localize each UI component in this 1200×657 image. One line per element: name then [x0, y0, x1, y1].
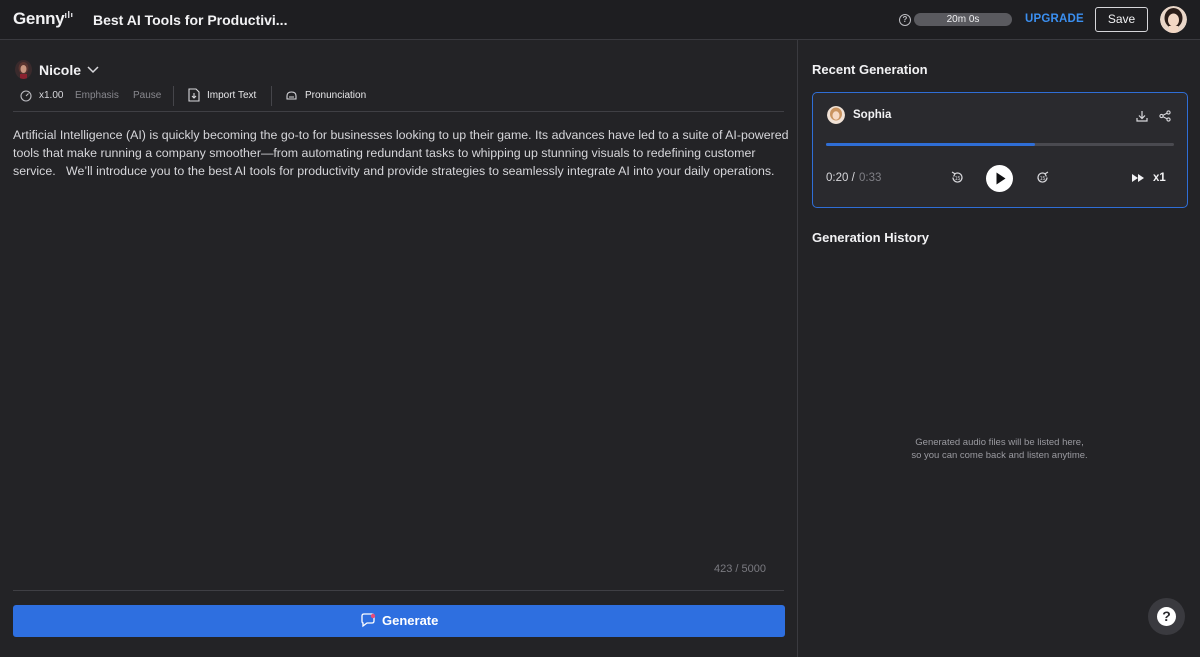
generate-label: Generate — [382, 613, 439, 628]
script-text-area[interactable]: Artificial Intelligence (AI) is quickly … — [13, 126, 793, 180]
fast-forward-icon[interactable] — [1131, 173, 1145, 183]
document-title[interactable]: Best AI Tools for Productivi... — [93, 12, 287, 28]
editor-pane: Nicole x1.00 Emphasis Pause Import Text … — [0, 40, 797, 657]
help-icon: ? — [1157, 607, 1176, 626]
svg-text:15: 15 — [955, 176, 961, 182]
voice-name: Sophia — [853, 109, 892, 121]
save-button[interactable]: Save — [1095, 7, 1148, 32]
pronunciation-icon — [286, 91, 297, 100]
remaining-time-badge: 20m 0s — [914, 13, 1012, 26]
play-button[interactable] — [986, 165, 1013, 192]
editor-toolbar: x1.00 Emphasis Pause Import Text Pronunc… — [0, 86, 797, 108]
genny-logo[interactable]: Genny — [13, 9, 65, 29]
pause-button[interactable]: Pause — [133, 90, 161, 101]
generation-pane: Recent Generation Sophia 0:20 / 0:33 15 … — [797, 40, 1200, 657]
generation-history-title: Generation History — [812, 230, 930, 245]
generate-button[interactable]: Generate — [13, 605, 785, 637]
nicole-avatar-image — [15, 60, 32, 79]
pronunciation-button[interactable]: Pronunciation — [305, 90, 366, 101]
help-button[interactable]: ? — [1148, 598, 1185, 635]
download-icon[interactable] — [1136, 110, 1148, 122]
question-circle-icon[interactable]: ? — [899, 14, 911, 26]
speed-gauge-icon[interactable] — [20, 90, 32, 102]
editor-divider — [13, 590, 784, 591]
toolbar-divider — [173, 86, 174, 106]
chevron-down-icon[interactable] — [87, 64, 99, 74]
current-time: 0:20 / — [826, 172, 855, 184]
share-icon[interactable] — [1159, 110, 1171, 122]
voice-avatar[interactable] — [15, 60, 32, 79]
voice-selector[interactable]: Nicole — [39, 62, 81, 78]
playback-progress-fill — [826, 143, 1035, 146]
history-empty-line: Generated audio files will be listed her… — [915, 437, 1084, 448]
sophia-avatar-image — [827, 106, 845, 124]
character-count: 423 / 5000 — [714, 563, 766, 575]
play-icon — [996, 172, 1006, 185]
emphasis-button[interactable]: Emphasis — [75, 90, 119, 101]
audio-player-card: Sophia 0:20 / 0:33 15 15 x1 — [812, 92, 1188, 208]
user-avatar-image — [1160, 6, 1187, 33]
rewind-15-icon[interactable]: 15 — [950, 170, 965, 185]
history-empty-line: so you can come back and listen anytime. — [911, 450, 1088, 461]
playback-progress-bar[interactable] — [826, 143, 1174, 146]
user-avatar[interactable] — [1160, 6, 1187, 33]
forward-15-icon[interactable]: 15 — [1035, 170, 1050, 185]
upgrade-link[interactable]: UPGRADE — [1025, 13, 1084, 25]
editor-divider — [13, 111, 784, 112]
voice-avatar — [827, 106, 845, 124]
history-empty-message: Generated audio files will be listed her… — [798, 436, 1200, 462]
toolbar-divider — [271, 86, 272, 106]
top-bar: Genny Best AI Tools for Productivi... ? … — [0, 0, 1200, 40]
svg-text:15: 15 — [1040, 176, 1046, 182]
total-duration: 0:33 — [859, 172, 882, 184]
playback-speed[interactable]: x1 — [1153, 172, 1166, 184]
logo-wave-icon — [65, 11, 73, 18]
import-file-icon — [188, 88, 200, 102]
import-text-button[interactable]: Import Text — [207, 90, 256, 101]
speed-value[interactable]: x1.00 — [39, 90, 63, 101]
recent-generation-title: Recent Generation — [812, 62, 928, 77]
generate-speech-icon — [361, 613, 376, 628]
